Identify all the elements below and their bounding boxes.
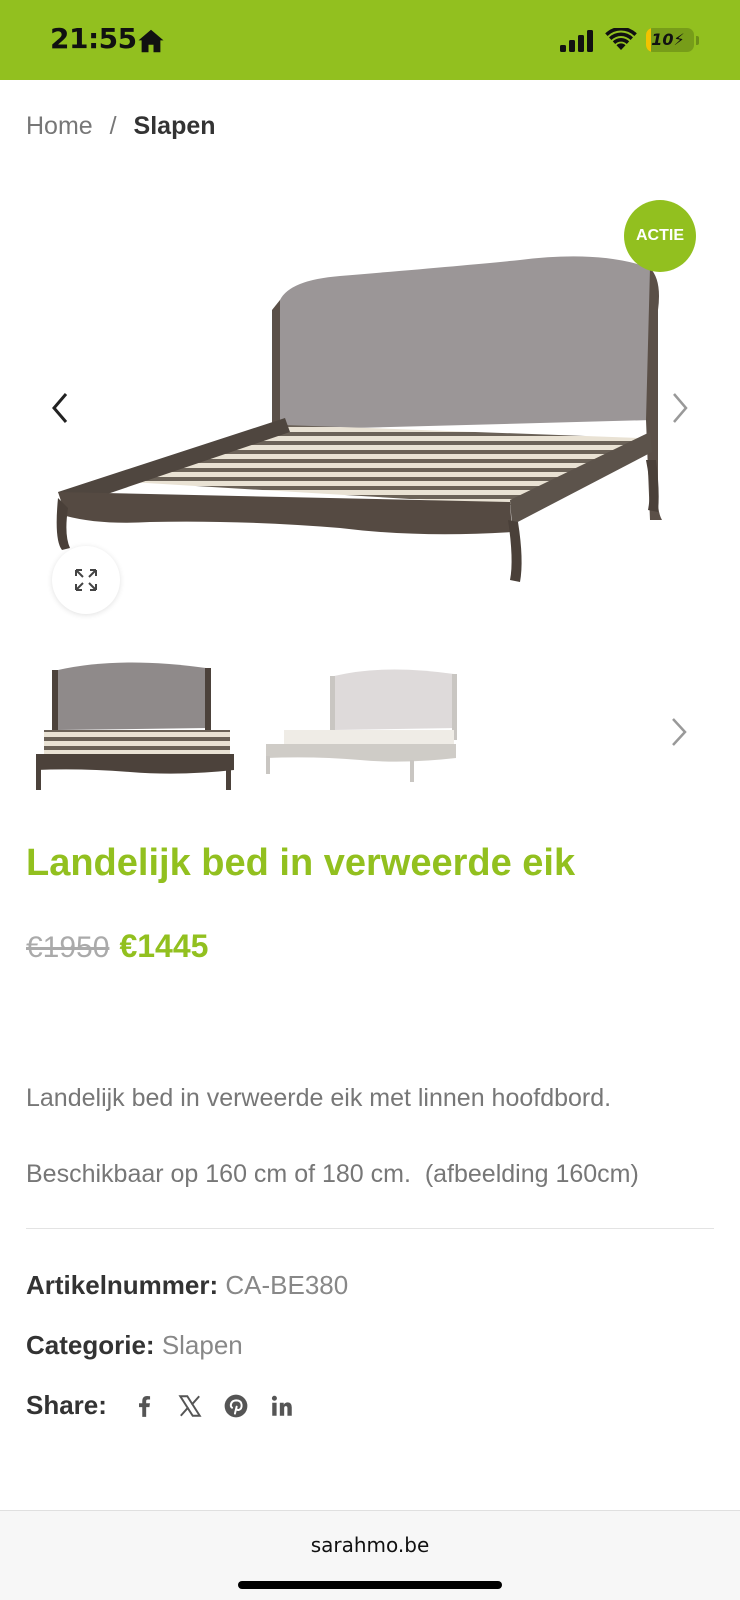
share-label: Share: [26,1390,107,1420]
battery-icon: 10⚡ [646,28,694,52]
price-old: €1950 [26,931,110,964]
chevron-right-icon[interactable] [664,390,696,426]
status-time: 21:55 [50,22,137,55]
product-title: Landelijk bed in verweerde eik [26,842,576,884]
wifi-icon [605,28,637,50]
thumbnail-image[interactable] [30,660,240,805]
linkedin-icon[interactable] [269,1393,295,1419]
browser-url-bar[interactable]: sarahmo.be [0,1510,740,1600]
sku-label: Artikelnummer: [26,1270,219,1300]
breadcrumb: Home / Slapen [26,112,216,141]
home-icon [138,29,164,53]
url-text[interactable]: sarahmo.be [0,1533,740,1557]
price-new: €1445 [119,928,209,964]
chevron-left-icon[interactable] [44,390,76,426]
breadcrumb-home-link[interactable]: Home [26,112,93,140]
x-icon[interactable] [177,1393,203,1419]
share-icons [131,1393,295,1419]
product-main-image[interactable] [40,220,680,600]
signal-icon [560,30,593,52]
expand-image-button[interactable] [52,546,120,614]
sale-badge: ACTIE [624,200,696,272]
battery-cap [696,36,699,45]
thumbnail-image[interactable] [264,660,474,805]
chevron-right-icon[interactable] [664,715,694,749]
product-description: Landelijk bed in verweerde eik met linne… [26,1084,612,1112]
sku-value: CA-BE380 [225,1270,349,1300]
share-row: Share: [26,1390,295,1421]
divider [26,1228,714,1229]
breadcrumb-current: Slapen [133,112,216,140]
sku-row: Artikelnummer: CA-BE380 [26,1270,348,1301]
price: €1950 €1445 [26,928,208,965]
category-row: Categorie: Slapen [26,1330,243,1361]
category-link[interactable]: Slapen [162,1330,243,1360]
thumbnail-strip [0,660,740,810]
facebook-icon[interactable] [131,1393,157,1419]
breadcrumb-separator: / [109,112,117,140]
product-gallery: ACTIE [0,180,740,630]
pinterest-icon[interactable] [223,1393,249,1419]
battery-level: 10⚡ [651,30,685,49]
expand-icon [75,569,97,591]
home-indicator[interactable] [238,1581,502,1589]
status-bar: 21:55 10⚡ [0,0,740,80]
product-availability: Beschikbaar op 160 cm of 180 cm. (afbeel… [26,1160,639,1188]
category-label: Categorie: [26,1330,155,1360]
